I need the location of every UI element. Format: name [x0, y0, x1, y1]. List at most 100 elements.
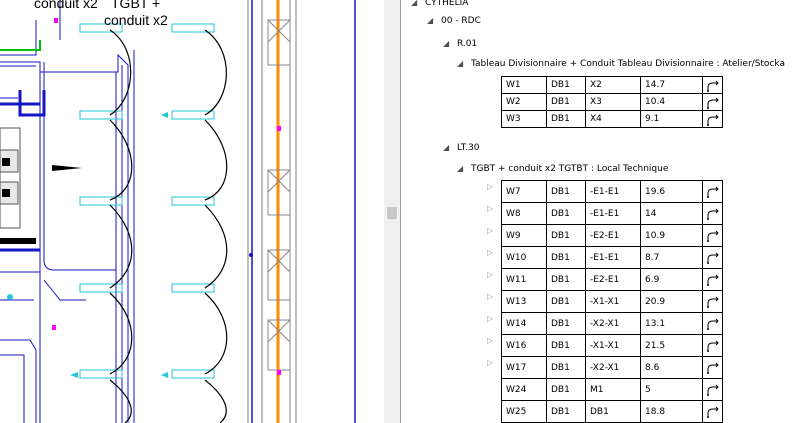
cable-bend-icon[interactable] [702, 93, 723, 111]
table-row[interactable]: W14 DB1 -X2-X1 13.1 [501, 312, 723, 335]
length-value: 5 [640, 378, 703, 401]
length-value: 13.1 [640, 312, 703, 335]
target-id: -E1-E1 [585, 202, 641, 225]
cable-id: W10 [501, 246, 547, 269]
length-value: 20.9 [640, 290, 703, 313]
triangle-down-icon[interactable]: ◢ [443, 38, 457, 50]
cable-id: W24 [501, 378, 547, 401]
cable-table-lt30: W7 DB1 -E1-E1 19.6 W8 DB1 -E1-E1 14 W9 DB1 -E2-E1 1… [501, 180, 723, 423]
cable-bend-icon[interactable] [702, 356, 723, 379]
tree-node-root[interactable]: ◢ CYTHELIA [411, 0, 468, 9]
cable-bend-icon[interactable] [702, 334, 723, 357]
length-value: 8.6 [640, 356, 703, 379]
target-id: X2 [585, 76, 641, 94]
cable-id: W11 [501, 268, 547, 291]
board-id: DB1 [546, 202, 586, 225]
triangle-down-icon[interactable]: ◢ [443, 142, 457, 154]
table-row[interactable]: W3 DB1 X4 9.1 [501, 110, 723, 128]
triangle-right-icon[interactable]: ▷ [487, 182, 493, 191]
triangle-down-icon[interactable]: ◢ [457, 163, 471, 175]
target-id: -E2-E1 [585, 268, 641, 291]
target-id: X3 [585, 93, 641, 111]
board-id: DB1 [546, 246, 586, 269]
board-id: DB1 [546, 76, 586, 94]
target-id: -E1-E1 [585, 246, 641, 269]
tree-node-room-r01[interactable]: ◢ R.01 [443, 38, 477, 50]
target-id: -X2-X1 [585, 312, 641, 335]
cable-id: W1 [501, 76, 547, 94]
board-id: DB1 [546, 290, 586, 313]
length-value: 18.8 [640, 400, 703, 423]
cable-bend-icon[interactable] [702, 110, 723, 128]
target-id: -X1-X1 [585, 334, 641, 357]
cable-id: W17 [501, 356, 547, 379]
target-id: -X2-X1 [585, 356, 641, 379]
triangle-right-icon[interactable]: ▷ [487, 292, 493, 301]
cable-bend-icon[interactable] [702, 76, 723, 94]
triangle-right-icon[interactable]: ▷ [487, 248, 493, 257]
length-value: 19.6 [640, 180, 703, 203]
table-row[interactable]: W9 DB1 -E2-E1 10.9 [501, 224, 723, 247]
cable-bend-icon[interactable] [702, 378, 723, 401]
tree-node-group-tableau[interactable]: ◢ Tableau Divisionnaire + Conduit Tableau… [457, 58, 785, 70]
board-id: DB1 [546, 334, 586, 357]
triangle-right-icon[interactable]: ▷ [487, 270, 493, 279]
tree-node-level[interactable]: ◢ 00 - RDC [427, 15, 481, 27]
cable-id: W16 [501, 334, 547, 357]
cable-bend-icon[interactable] [702, 224, 723, 247]
cable-id: W9 [501, 224, 547, 247]
table-row[interactable]: W25 DB1 DB1 18.8 [501, 400, 723, 423]
splitter-grip[interactable] [387, 207, 397, 219]
table-row[interactable]: W13 DB1 -X1-X1 20.9 [501, 290, 723, 313]
length-value: 14.7 [640, 76, 703, 94]
cable-bend-icon[interactable] [702, 180, 723, 203]
table-row[interactable]: W10 DB1 -E1-E1 8.7 [501, 246, 723, 269]
target-id: DB1 [585, 400, 641, 423]
cable-id: W13 [501, 290, 547, 313]
length-value: 6.9 [640, 268, 703, 291]
board-id: DB1 [546, 378, 586, 401]
board-id: DB1 [546, 180, 586, 203]
tree-view[interactable]: ◢ CYTHELIA ◢ 00 - RDC ◢ R.01 ◢ Tableau Divis… [400, 0, 799, 423]
cable-id: W14 [501, 312, 547, 335]
table-row[interactable]: W17 DB1 -X2-X1 8.6 [501, 356, 723, 379]
triangle-down-icon[interactable]: ◢ [427, 15, 441, 27]
cable-id: W3 [501, 110, 547, 128]
table-row[interactable]: W24 DB1 M1 5 [501, 378, 723, 401]
board-id: DB1 [546, 93, 586, 111]
table-row[interactable]: W11 DB1 -E2-E1 6.9 [501, 268, 723, 291]
triangle-right-icon[interactable]: ▷ [487, 204, 493, 213]
cable-bend-icon[interactable] [702, 202, 723, 225]
cable-bend-icon[interactable] [702, 246, 723, 269]
table-row[interactable]: W16 DB1 -X1-X1 21.5 [501, 334, 723, 357]
panel-splitter[interactable] [384, 0, 400, 423]
table-row[interactable]: W8 DB1 -E1-E1 14 [501, 202, 723, 225]
board-id: DB1 [546, 400, 586, 423]
table-row[interactable]: W2 DB1 X3 10.4 [501, 93, 723, 111]
triangle-down-icon[interactable]: ◢ [457, 58, 471, 70]
cable-bend-icon[interactable] [702, 290, 723, 313]
cable-bend-icon[interactable] [702, 312, 723, 335]
triangle-right-icon[interactable]: ▷ [487, 336, 493, 345]
triangle-right-icon[interactable]: ▷ [487, 358, 493, 367]
cable-id: W25 [501, 400, 547, 423]
board-id: DB1 [546, 356, 586, 379]
triangle-right-icon[interactable]: ▷ [487, 314, 493, 323]
cable-id: W8 [501, 202, 547, 225]
table-row[interactable]: W1 DB1 X2 14.7 [501, 76, 723, 94]
board-id: DB1 [546, 312, 586, 335]
target-id: -E1-E1 [585, 180, 641, 203]
board-id: DB1 [546, 268, 586, 291]
cad-canvas[interactable]: conduit x2 TGBT + conduit x2 [0, 0, 384, 423]
tree-node-group-tgbt[interactable]: ◢ TGBT + conduit x2 TGTBT : Local Techniq… [457, 163, 668, 175]
cable-bend-icon[interactable] [702, 400, 723, 423]
table-row[interactable]: W7 DB1 -E1-E1 19.6 [501, 180, 723, 203]
tree-node-room-lt30[interactable]: ◢ LT.30 [443, 142, 480, 154]
length-value: 10.4 [640, 93, 703, 111]
target-id: -X1-X1 [585, 290, 641, 313]
board-id: DB1 [546, 224, 586, 247]
triangle-down-icon[interactable]: ◢ [411, 0, 425, 9]
cad-label-tgbt: TGBT + [111, 0, 161, 11]
cable-bend-icon[interactable] [702, 268, 723, 291]
triangle-right-icon[interactable]: ▷ [487, 226, 493, 235]
